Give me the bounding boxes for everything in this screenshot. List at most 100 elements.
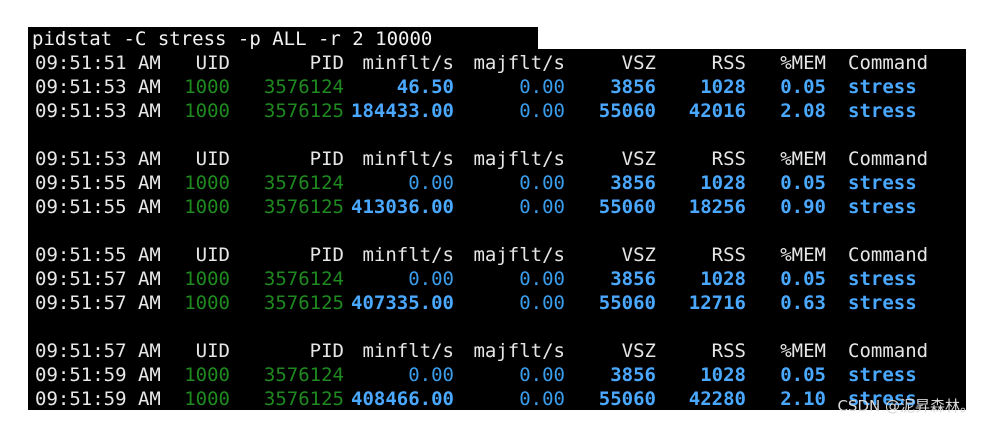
table-row: 09:51:57 AM 1000 3576125 407335.00 0.00 … [32,291,917,315]
row-rss: 1028 [700,268,746,290]
row-vsz: 55060 [598,100,656,122]
row-time: 09:51:55 AM [35,172,161,194]
header-majflt: majflt/s [473,244,565,266]
row-mem: 0.05 [780,76,826,98]
row-time: 09:51:59 AM [35,388,161,410]
row-command: stress [848,292,917,314]
header-vsz: VSZ [621,340,656,362]
row-mem: 0.90 [780,196,826,218]
terminal-output: pidstat -C stress -p ALL -r 2 10000 09:5… [0,27,987,411]
table-row: 09:51:53 AM 1000 3576124 46.50 0.00 3856… [32,75,917,99]
row-majflt: 0.00 [519,172,565,194]
header-time: 09:51:55 AM [35,244,161,266]
row-mem: 2.08 [780,100,826,122]
header-rss: RSS [711,52,746,74]
row-command: stress [848,76,917,98]
header-command: Command [848,244,929,266]
table-header: 09:51:51 AM UID PID minflt/s majflt/s VS… [32,51,928,75]
row-uid: 1000 [184,172,230,194]
row-mem: 0.05 [780,172,826,194]
row-vsz: 55060 [598,388,656,410]
header-minflt: minflt/s [362,52,454,74]
header-minflt: minflt/s [362,340,454,362]
row-uid: 1000 [184,292,230,314]
header-mem: %MEM [780,340,826,362]
header-command: Command [848,52,929,74]
table-header: 09:51:55 AM UID PID minflt/s majflt/s VS… [32,243,928,267]
row-command: stress [848,172,917,194]
table-row: 09:51:59 AM 1000 3576125 408466.00 0.00 … [32,387,917,411]
header-time: 09:51:53 AM [35,148,161,170]
row-time: 09:51:57 AM [35,268,161,290]
table-row: 09:51:55 AM 1000 3576125 413036.00 0.00 … [32,195,917,219]
header-uid: UID [195,52,230,74]
row-minflt: 46.50 [396,76,454,98]
row-pid: 3576124 [263,268,344,290]
header-mem: %MEM [780,148,826,170]
row-minflt: 0.00 [408,364,454,386]
table-row: 09:51:55 AM 1000 3576124 0.00 0.00 3856 … [32,171,917,195]
watermark: CSDN @泥昇森林。 [837,397,975,415]
row-uid: 1000 [184,100,230,122]
row-pid: 3576125 [263,388,344,410]
row-uid: 1000 [184,196,230,218]
row-command: stress [848,268,917,290]
header-minflt: minflt/s [362,244,454,266]
row-rss: 18256 [688,196,746,218]
row-rss: 1028 [700,364,746,386]
row-time: 09:51:55 AM [35,196,161,218]
row-pid: 3576125 [263,292,344,314]
header-mem: %MEM [780,52,826,74]
header-pid: PID [309,244,344,266]
row-majflt: 0.00 [519,196,565,218]
header-minflt: minflt/s [362,148,454,170]
row-vsz: 3856 [610,364,656,386]
table-row: 09:51:57 AM 1000 3576124 0.00 0.00 3856 … [32,267,917,291]
row-time: 09:51:59 AM [35,364,161,386]
row-uid: 1000 [184,268,230,290]
table-row: 09:51:59 AM 1000 3576124 0.00 0.00 3856 … [32,363,917,387]
row-vsz: 55060 [598,196,656,218]
header-rss: RSS [711,340,746,362]
row-minflt: 407335.00 [351,292,454,314]
header-vsz: VSZ [621,52,656,74]
header-majflt: majflt/s [473,148,565,170]
header-uid: UID [195,340,230,362]
row-rss: 42016 [688,100,746,122]
row-mem: 0.05 [780,268,826,290]
row-rss: 12716 [688,292,746,314]
row-command: stress [848,196,917,218]
header-time: 09:51:51 AM [35,52,161,74]
header-majflt: majflt/s [473,52,565,74]
header-rss: RSS [711,148,746,170]
row-rss: 1028 [700,76,746,98]
row-majflt: 0.00 [519,292,565,314]
header-pid: PID [309,148,344,170]
header-pid: PID [309,340,344,362]
row-majflt: 0.00 [519,76,565,98]
row-time: 09:51:53 AM [35,76,161,98]
row-command: stress [848,100,917,122]
row-minflt: 184433.00 [351,100,454,122]
header-pid: PID [309,52,344,74]
row-time: 09:51:53 AM [35,100,161,122]
row-time: 09:51:57 AM [35,292,161,314]
row-vsz: 55060 [598,292,656,314]
row-uid: 1000 [184,76,230,98]
row-mem: 0.63 [780,292,826,314]
row-uid: 1000 [184,364,230,386]
row-majflt: 0.00 [519,268,565,290]
row-mem: 0.05 [780,364,826,386]
header-command: Command [848,148,929,170]
header-majflt: majflt/s [473,340,565,362]
header-rss: RSS [711,244,746,266]
header-mem: %MEM [780,244,826,266]
header-uid: UID [195,244,230,266]
row-uid: 1000 [184,388,230,410]
row-vsz: 3856 [610,172,656,194]
header-vsz: VSZ [621,148,656,170]
header-command: Command [848,340,929,362]
table-header: 09:51:57 AM UID PID minflt/s majflt/s VS… [32,339,928,363]
row-majflt: 0.00 [519,364,565,386]
row-minflt: 0.00 [408,172,454,194]
